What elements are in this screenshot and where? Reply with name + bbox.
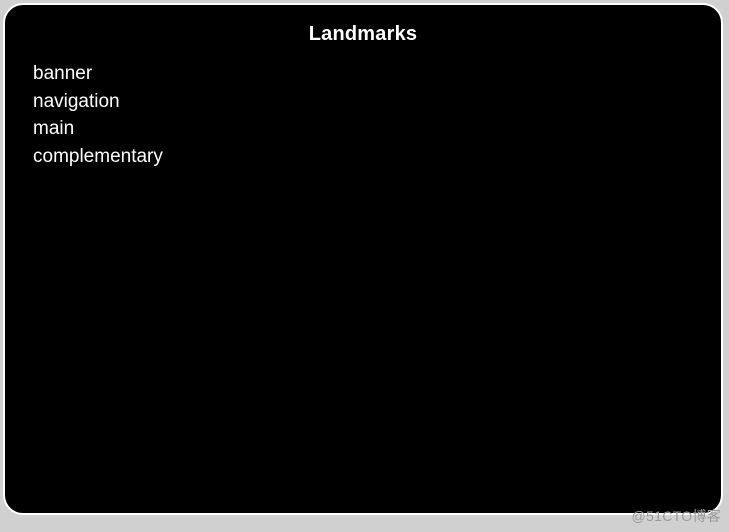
landmark-list: banner navigation main complementary: [33, 60, 693, 170]
watermark-text: @51CTO博客: [632, 506, 721, 526]
landmarks-panel: Landmarks banner navigation main complem…: [3, 3, 723, 515]
landmark-item-navigation[interactable]: navigation: [33, 88, 693, 116]
landmark-item-complementary[interactable]: complementary: [33, 143, 693, 171]
landmark-item-banner[interactable]: banner: [33, 60, 693, 88]
panel-title: Landmarks: [33, 23, 693, 46]
landmark-item-main[interactable]: main: [33, 115, 693, 143]
